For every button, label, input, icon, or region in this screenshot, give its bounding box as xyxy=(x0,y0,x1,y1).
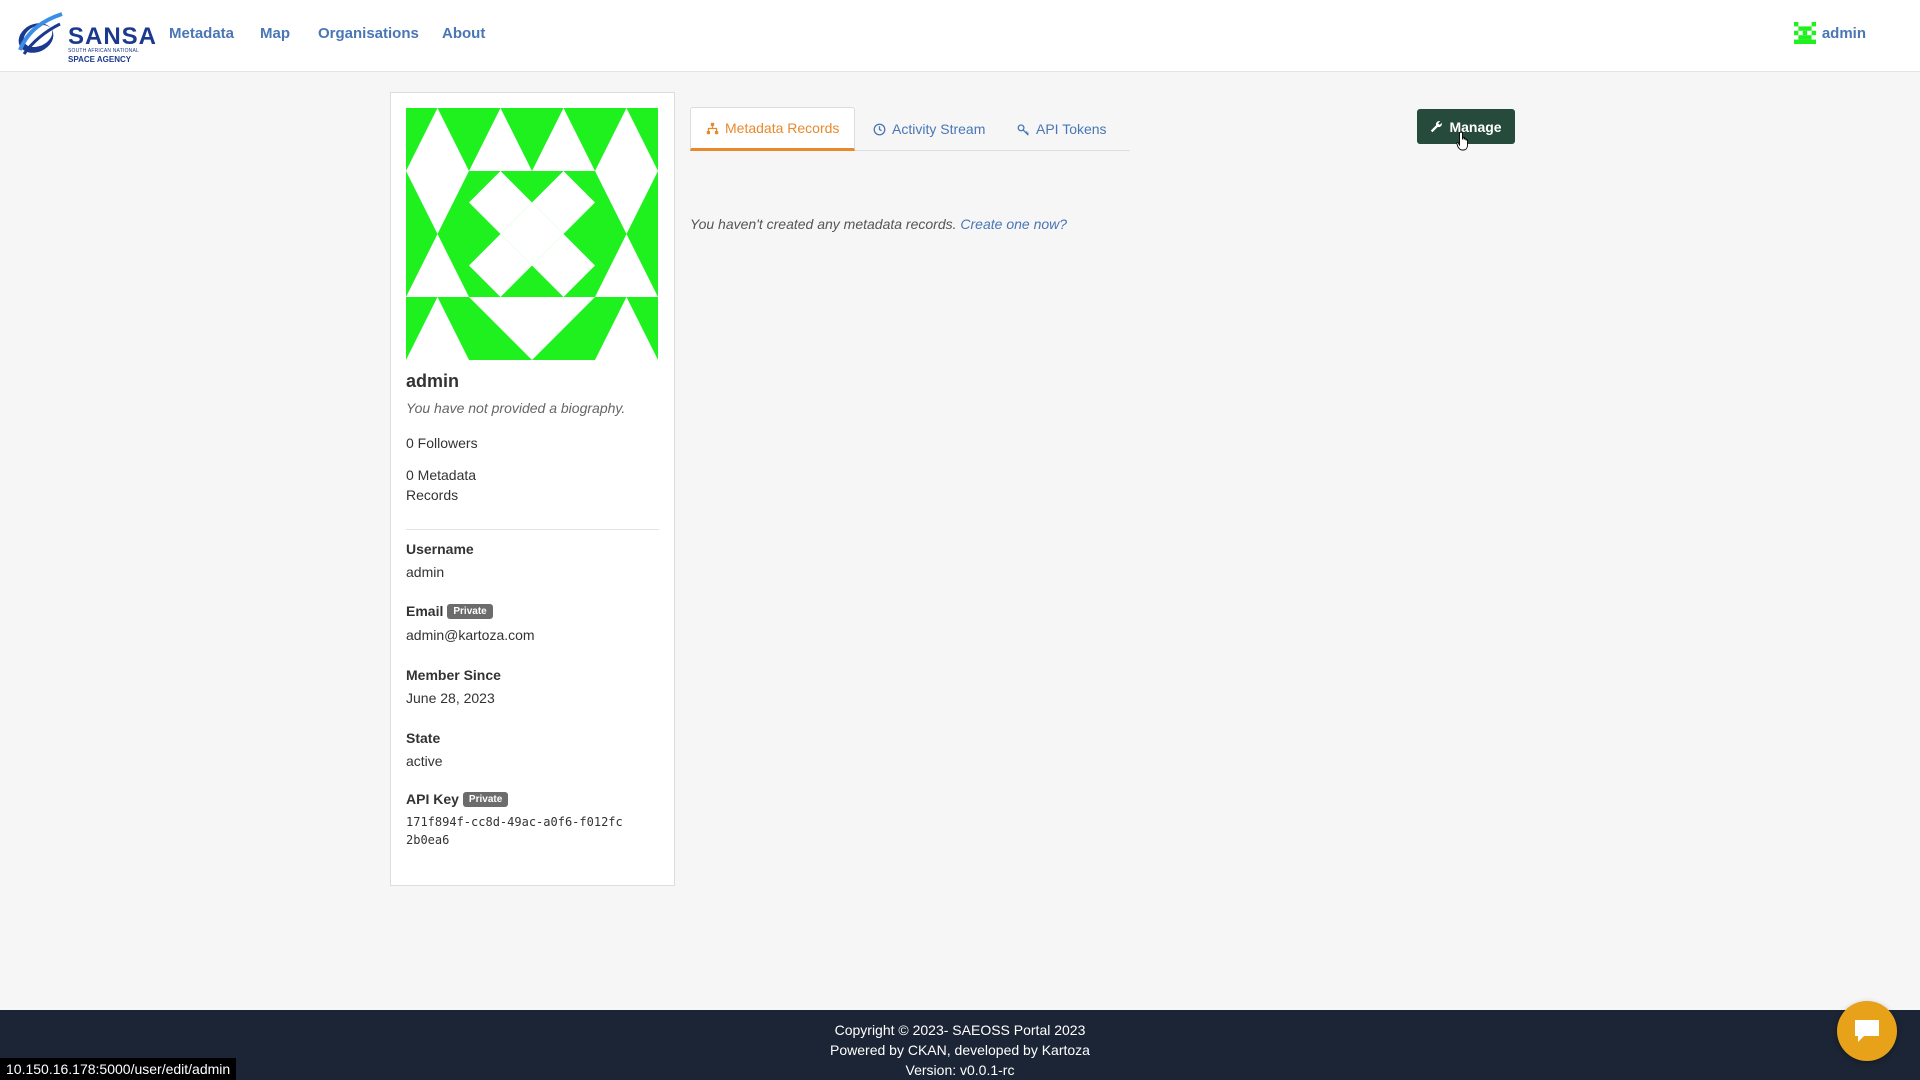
chat-button[interactable] xyxy=(1837,1001,1897,1061)
hand-cursor-icon xyxy=(1456,131,1468,151)
clock-icon xyxy=(873,123,886,135)
tab-api-tokens[interactable]: API Tokens xyxy=(1002,107,1122,151)
profile-name: admin xyxy=(406,371,460,391)
private-badge: Private xyxy=(462,791,509,807)
api-key-value: 171f894f-cc8d-49ac-a0f6-f012fc2b0ea6 xyxy=(406,815,623,847)
tab-activity-stream[interactable]: Activity Stream xyxy=(858,107,1000,151)
member-since-value: June 28, 2023 xyxy=(406,690,495,706)
key-icon xyxy=(1017,123,1029,136)
email-value: admin@kartoza.com xyxy=(406,627,535,643)
state-value: active xyxy=(406,753,443,769)
tab-metadata-records[interactable]: Metadata Records xyxy=(690,107,856,151)
username-label: Username xyxy=(406,541,474,557)
api-key-label: API Key Private xyxy=(406,791,509,807)
profile-card: admin You have not provided a biography.… xyxy=(390,92,675,886)
member-since-label: Member Since xyxy=(406,667,501,683)
nav-about[interactable]: About xyxy=(442,25,485,42)
tab-label: API Tokens xyxy=(1036,121,1107,137)
empty-message-text: You haven't created any metadata records… xyxy=(690,216,957,232)
status-bar-url: 10.150.16.178:5000/user/edit/admin xyxy=(0,1058,237,1080)
sansa-logo[interactable]: SANSA SOUTH AFRICAN NATIONAL SPACE AGENC… xyxy=(14,10,156,64)
nav-map[interactable]: Map xyxy=(260,25,290,42)
footer: Copyright © 2023- SAEOSS Portal 2023 Pow… xyxy=(0,1010,1920,1080)
user-menu[interactable]: admin xyxy=(1793,22,1866,44)
tab-label: Metadata Records xyxy=(725,120,840,136)
state-label: State xyxy=(406,730,441,746)
followers-count: 0 Followers xyxy=(406,435,478,451)
logo-text: SANSA xyxy=(68,23,158,50)
private-badge: Private xyxy=(447,603,493,619)
create-one-link[interactable]: Create one now? xyxy=(960,216,1067,232)
tab-label: Activity Stream xyxy=(892,121,986,137)
profile-bio: You have not provided a biography. xyxy=(406,400,626,416)
top-navbar: SANSA SOUTH AFRICAN NATIONAL SPACE AGENC… xyxy=(0,0,1920,72)
footer-version: Version: v0.0.1-rc xyxy=(905,1062,1015,1078)
user-name-link[interactable]: admin xyxy=(1822,25,1866,42)
chat-icon xyxy=(1855,1020,1879,1042)
username-value: admin xyxy=(406,564,445,580)
user-avatar-icon xyxy=(1793,22,1816,44)
wrench-icon xyxy=(1431,121,1443,133)
identicon-avatar xyxy=(406,108,658,360)
footer-powered-by: Powered by CKAN, developed by Kartoza xyxy=(830,1042,1090,1058)
divider xyxy=(406,529,659,530)
logo-subtitle-2: SPACE AGENCY xyxy=(68,55,132,64)
logo-subtitle-1: SOUTH AFRICAN NATIONAL xyxy=(68,48,139,54)
nav-metadata[interactable]: Metadata xyxy=(169,25,234,42)
profile-tabs: Metadata Records Activity Stream API Tok… xyxy=(690,107,1130,151)
empty-records-message: You haven't created any metadata records… xyxy=(690,216,1067,232)
metadata-records-count: 0 Metadata Records xyxy=(406,467,477,503)
email-label: Email Private xyxy=(406,603,493,619)
sitemap-icon xyxy=(706,122,719,134)
swoosh-icon xyxy=(18,12,63,55)
footer-copyright: Copyright © 2023- SAEOSS Portal 2023 xyxy=(834,1022,1086,1038)
nav-organisations[interactable]: Organisations xyxy=(318,25,419,42)
